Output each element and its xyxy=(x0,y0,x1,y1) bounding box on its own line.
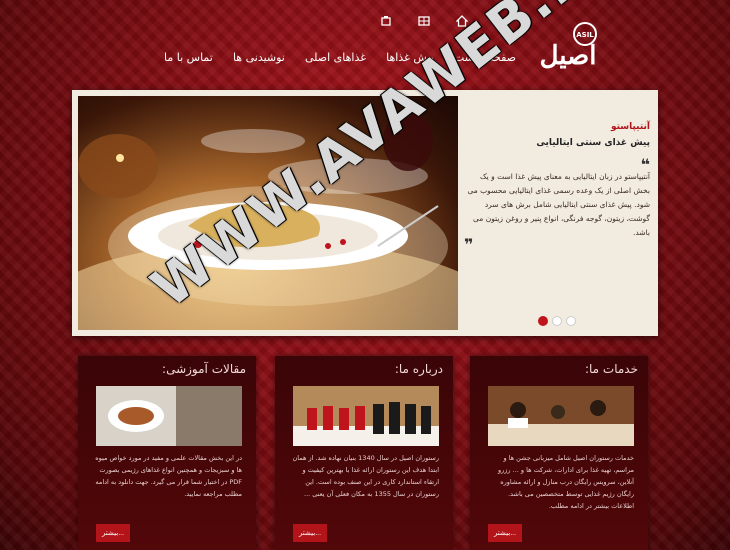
services-title: خدمات ما: xyxy=(584,362,638,376)
nav-contact[interactable]: تماس با ما xyxy=(164,51,213,64)
logo-text: اصیل xyxy=(540,41,597,71)
articles-title: مقالات آموزشی: xyxy=(162,362,246,376)
about-text: رستوران اصیل در سال 1340 بنیان نهاده شد.… xyxy=(292,454,439,498)
sitemap-icon[interactable] xyxy=(380,12,392,26)
slider-dot-2[interactable] xyxy=(552,316,562,326)
services-panel: خدمات ما: خدمات رستوران اصیل شامل میزبان… xyxy=(470,356,648,550)
about-image xyxy=(293,386,439,446)
slide-title: آنتیپاستو xyxy=(610,122,650,132)
slider-dot-3[interactable] xyxy=(566,316,576,326)
services-image xyxy=(488,386,634,446)
articles-more-button[interactable]: بیشتر... xyxy=(96,524,130,542)
about-more-button[interactable]: بیشتر... xyxy=(293,524,327,542)
slider-dot-1[interactable] xyxy=(538,316,548,326)
articles-image xyxy=(96,386,242,446)
nav-main-dishes[interactable]: غذاهای اصلی xyxy=(305,51,366,64)
articles-panel: مقالات آموزشی: در این بخش مقالات علمی و … xyxy=(78,356,256,550)
services-more-button[interactable]: بیشتر... xyxy=(488,524,522,542)
services-text: خدمات رستوران اصیل شامل میزبانی جشن ها و… xyxy=(498,454,634,510)
about-panel: درباره ما: رستوران اصیل در سال 1340 بنیا… xyxy=(275,356,453,550)
quote-close-icon: ❞ xyxy=(464,235,474,254)
top-icons xyxy=(380,12,469,27)
about-title: درباره ما: xyxy=(394,362,443,376)
slide-subtitle: پیش غذای سنتی ایتالیایی xyxy=(536,138,650,148)
slide-body: آنتیپاستو در زبان ایتالیایی به معنای پیش… xyxy=(467,172,650,237)
articles-text: در این بخش مقالات علمی و مفید در مورد خو… xyxy=(95,454,242,498)
nav-drinks[interactable]: نوشیدنی ها xyxy=(233,51,285,64)
slider-caption: آنتیپاستو پیش غذای سنتی ایتالیایی ❝ آنتی… xyxy=(464,120,650,254)
logo-badge: ASIL xyxy=(576,31,594,39)
slider-dots xyxy=(538,316,576,326)
grid-icon[interactable] xyxy=(418,12,430,26)
quote-open-icon: ❝ xyxy=(640,155,650,174)
